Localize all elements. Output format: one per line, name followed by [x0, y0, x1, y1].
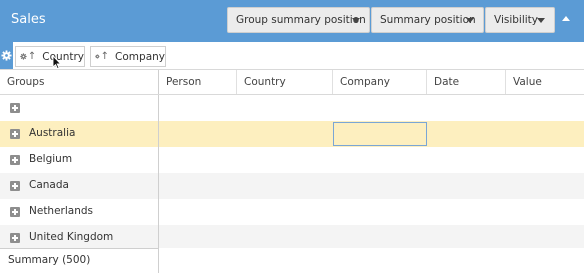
mouse-pointer-icon — [52, 55, 62, 70]
gear-icon — [95, 54, 100, 59]
group-row[interactable]: Belgium — [0, 147, 584, 173]
group-summary-position-label: Group summary position — [236, 14, 366, 26]
group-row[interactable] — [0, 95, 584, 121]
group-chip-label: Country — [42, 50, 84, 63]
group-label: Belgium — [29, 153, 73, 165]
group-chip-company[interactable]: ↑ Company — [90, 46, 166, 67]
collapse-up-icon[interactable] — [562, 16, 570, 21]
group-cell: Australia — [0, 121, 159, 147]
column-header-groups[interactable]: Groups — [0, 70, 159, 94]
group-row[interactable]: Netherlands — [0, 199, 584, 225]
group-label: Netherlands — [29, 205, 94, 217]
column-header-person[interactable]: Person — [159, 70, 237, 94]
group-cell: Belgium — [0, 147, 159, 173]
group-panel-settings-button[interactable] — [0, 42, 13, 70]
chevron-down-icon — [352, 18, 360, 23]
group-cell — [0, 95, 159, 121]
grid-column-headers: Groups Person Country Company Date Value — [0, 69, 584, 95]
column-header-value[interactable]: Value — [506, 70, 584, 94]
focused-cell[interactable] — [333, 122, 427, 146]
summary-label: Summary (500) — [8, 254, 91, 266]
column-header-company[interactable]: Company — [333, 70, 427, 94]
group-label: United Kingdom — [29, 231, 114, 243]
expand-plus-icon[interactable] — [10, 181, 20, 191]
group-label: Canada — [29, 179, 69, 191]
group-row[interactable]: Canada — [0, 173, 584, 199]
column-header-country[interactable]: Country — [237, 70, 333, 94]
grid-title: Sales — [11, 12, 46, 27]
group-label: Australia — [29, 127, 76, 139]
group-panel: ↑ Country ↑ Company — [0, 42, 584, 70]
chevron-down-icon — [537, 18, 545, 23]
sales-grid-widget: Sales Group summary position Summary pos… — [0, 0, 584, 273]
visibility-label: Visibility — [494, 14, 539, 26]
sort-ascending-icon: ↑ — [27, 51, 37, 62]
column-header-date[interactable]: Date — [427, 70, 506, 94]
expand-plus-icon[interactable] — [10, 103, 20, 113]
summary-cell: Summary (500) — [0, 248, 159, 273]
summary-position-dropdown[interactable]: Summary position — [371, 7, 484, 33]
summary-position-label: Summary position — [380, 14, 476, 26]
expand-plus-icon[interactable] — [10, 233, 20, 243]
group-summary-position-dropdown[interactable]: Group summary position — [227, 7, 370, 33]
expand-plus-icon[interactable] — [10, 207, 20, 217]
group-chip-country[interactable]: ↑ Country — [15, 46, 85, 67]
group-cell: Netherlands — [0, 199, 159, 225]
summary-row-filler — [159, 248, 584, 273]
group-cell: Canada — [0, 173, 159, 199]
sort-ascending-icon: ↑ — [100, 51, 110, 62]
group-row-selected[interactable]: Australia — [0, 121, 584, 147]
expand-plus-icon[interactable] — [10, 155, 20, 165]
grid-header: Sales Group summary position Summary pos… — [0, 0, 584, 42]
expand-plus-icon[interactable] — [10, 129, 20, 139]
chevron-down-icon — [466, 18, 474, 23]
gear-icon — [20, 53, 27, 60]
gear-icon — [1, 50, 12, 61]
visibility-dropdown[interactable]: Visibility — [485, 7, 555, 33]
group-chip-label: Company — [115, 50, 165, 63]
